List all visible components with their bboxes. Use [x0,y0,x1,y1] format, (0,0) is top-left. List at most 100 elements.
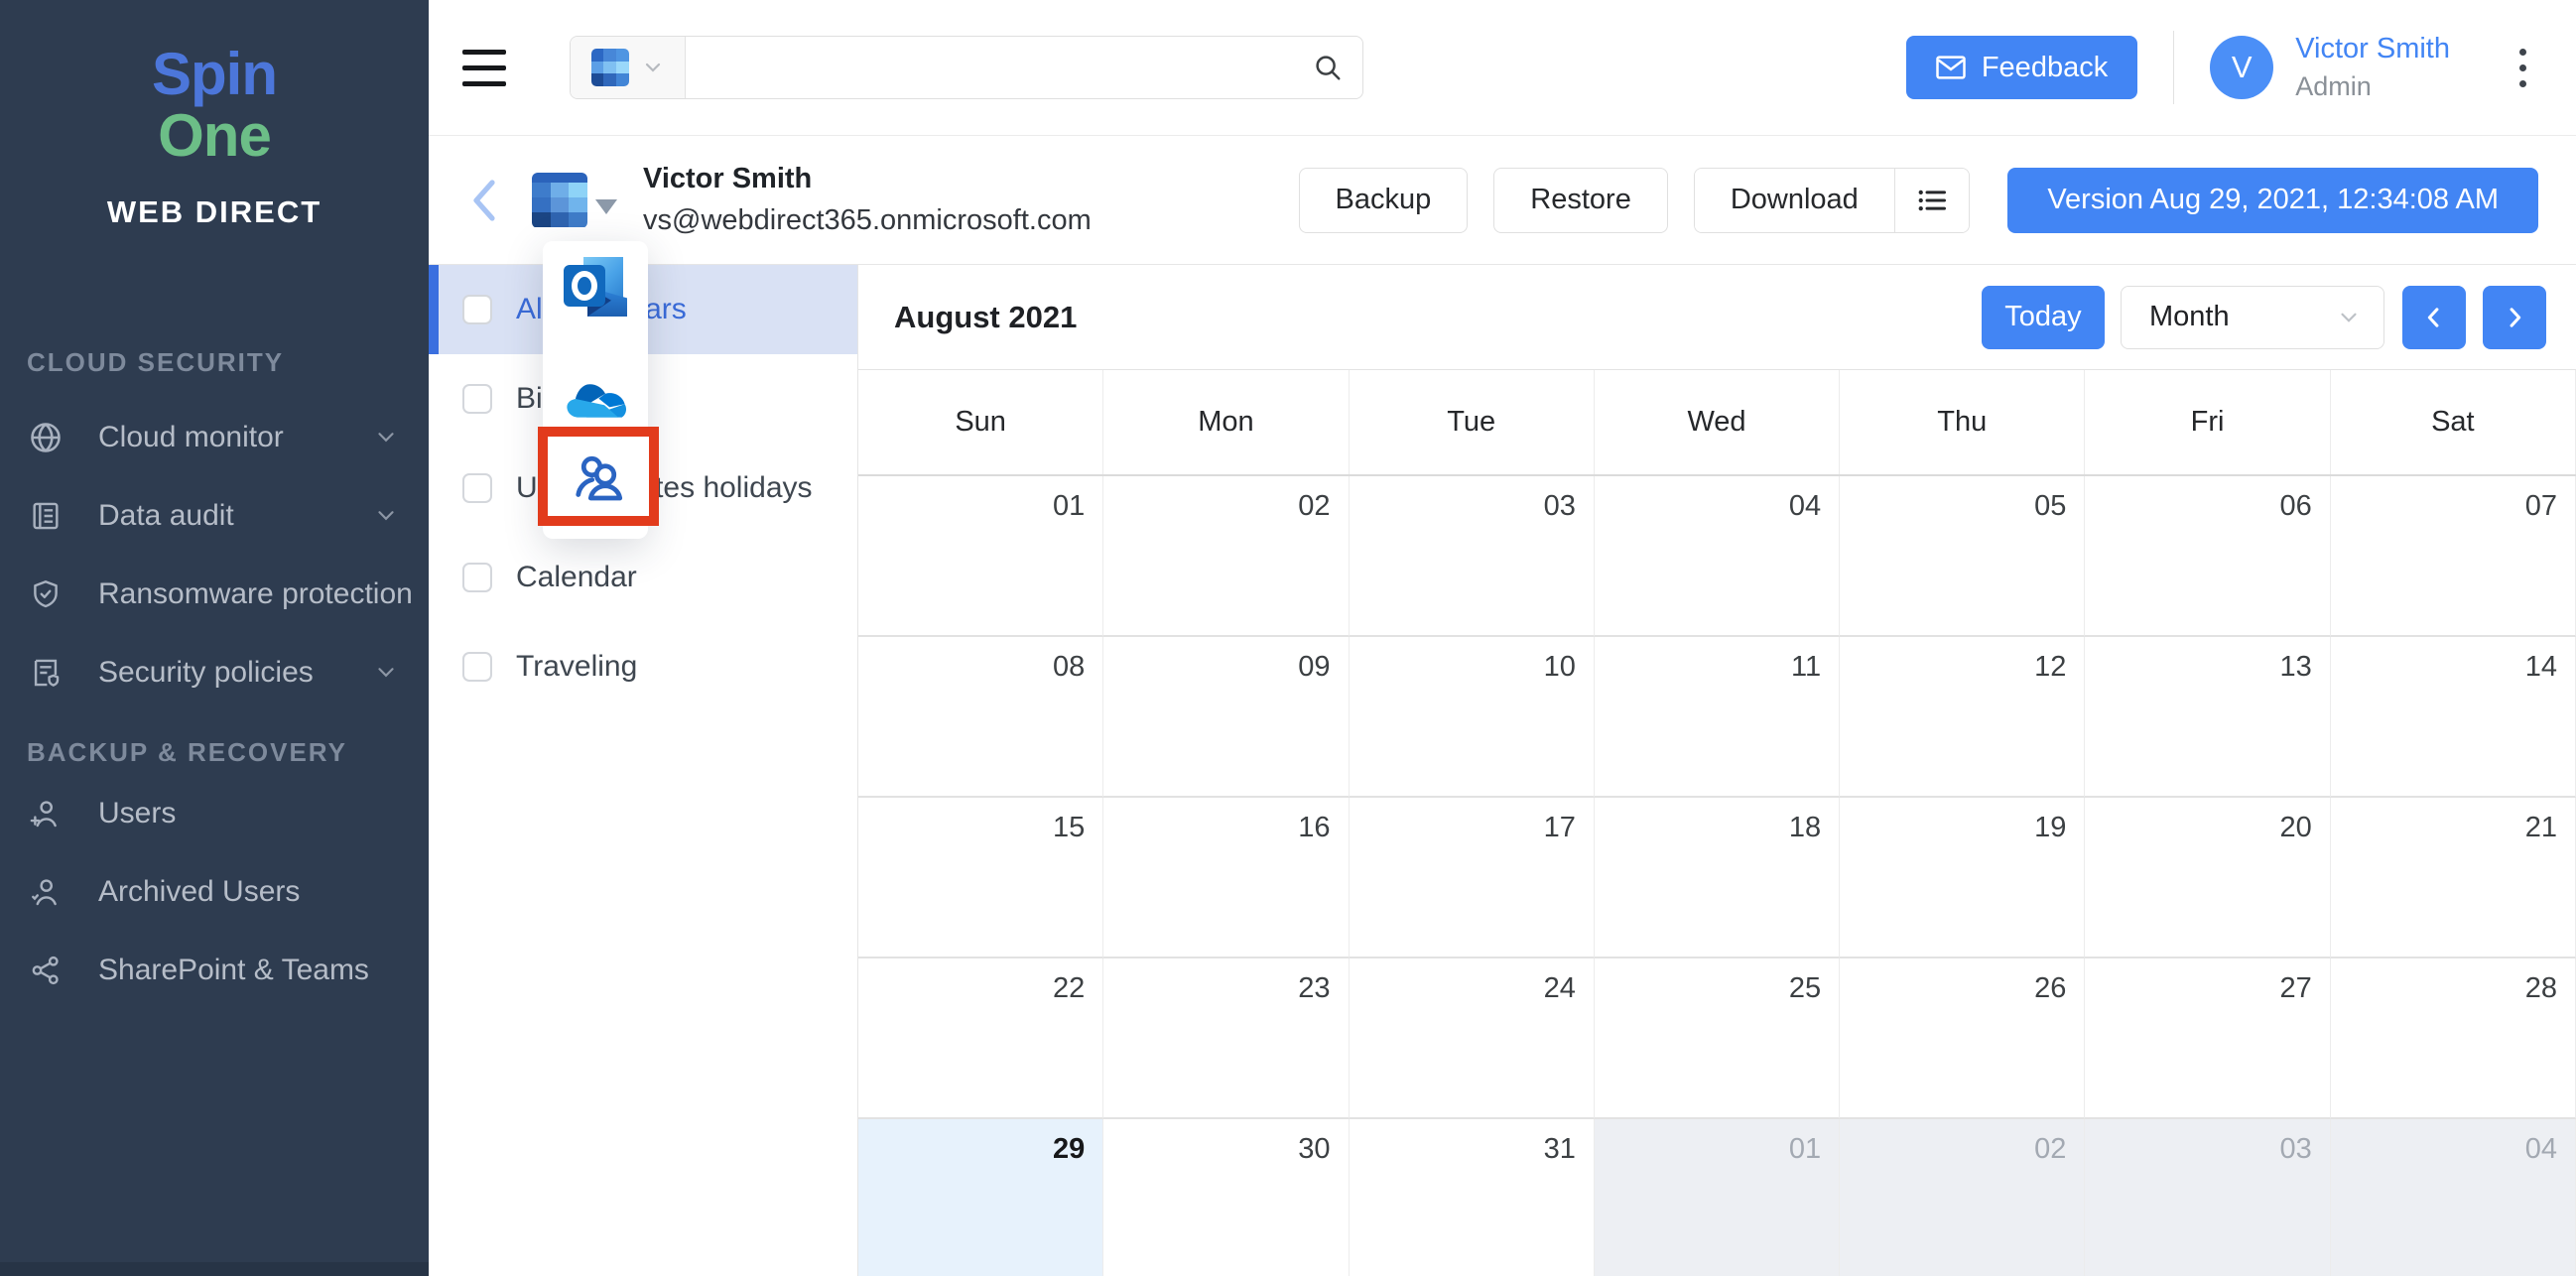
calendar-day-cell[interactable]: 19 [1840,798,2085,958]
subheader-user-email: vs@webdirect365.onmicrosoft.com [643,204,1092,237]
topbar-divider [2173,31,2174,104]
calendar-day-cell[interactable]: 25 [1595,958,1840,1119]
weekday-header-row: SunMonTueWedThuFriSat [858,370,2576,476]
content: All calendarsBirthdaysUnited States holi… [429,265,2576,1276]
list-icon [1917,188,1947,213]
calendar-day-cell[interactable]: 21 [2331,798,2576,958]
sidebar-item-label: Security policies [98,656,373,690]
calendar-day-cell[interactable]: 18 [1595,798,1840,958]
calendar-day-cell[interactable]: 03 [1350,476,1595,637]
annotation-highlight-box [538,427,659,526]
search-input[interactable] [686,37,1362,98]
calendar-day-cell[interactable]: 23 [1103,958,1349,1119]
sidebar-item-label: Ransomware protection [98,577,413,611]
topbar-user-info: Victor Smith Admin [2295,33,2450,102]
calendar-list-item-calendar[interactable]: Calendar [429,533,857,622]
calendar-day-cell[interactable]: 12 [1840,637,2085,798]
calendar-day-cell[interactable]: 14 [2331,637,2576,798]
calendar-day-cell[interactable]: 01 [1595,1119,1840,1276]
envelope-icon [1936,56,1966,79]
search-icon[interactable] [1313,53,1343,82]
today-button[interactable]: Today [1982,286,2105,349]
calendar-day-cell[interactable]: 26 [1840,958,2085,1119]
back-button[interactable] [466,177,502,224]
calendar-day-cell[interactable]: 31 [1350,1119,1595,1276]
kebab-menu-icon[interactable] [2513,43,2532,93]
service-option-outlook[interactable] [543,257,648,319]
calendar-day-cell[interactable]: 15 [858,798,1103,958]
calendar-day-cell[interactable]: 03 [2085,1119,2330,1276]
calendar-day-cell[interactable]: 07 [2331,476,2576,637]
service-tile-icon [532,173,587,228]
sidebar-item-ransomware-protection[interactable]: Ransomware protection [0,555,429,633]
chevron-right-icon [2501,304,2528,331]
main-area: Feedback V Victor Smith Admin [429,0,2576,1276]
download-button[interactable]: Download [1695,169,1894,232]
logo-one: One [0,105,429,167]
restore-button[interactable]: Restore [1493,168,1668,233]
service-selector[interactable] [532,173,617,228]
next-month-button[interactable] [2483,286,2546,349]
app-root: Spin One WEB DIRECT CLOUD SECURITYCloud … [0,0,2576,1276]
calendar-day-cell[interactable]: 10 [1350,637,1595,798]
avatar[interactable]: V [2210,36,2273,99]
version-button[interactable]: Version Aug 29, 2021, 12:34:08 AM [2007,168,2538,233]
calendar-list-item-traveling[interactable]: Traveling [429,622,857,711]
calendar-day-cell[interactable]: 02 [1103,476,1349,637]
calendar-day-cell[interactable]: 02 [1840,1119,2085,1276]
calendar-day-cell[interactable]: 13 [2085,637,2330,798]
calendar-day-cell[interactable]: 01 [858,476,1103,637]
calendar-day-cell[interactable]: 29 [858,1119,1103,1276]
avatar-initial: V [2232,50,2253,85]
calendar-day-cell[interactable]: 08 [858,637,1103,798]
subheader: Victor Smith vs@webdirect365.onmicrosoft… [429,136,2576,265]
sidebar-item-users[interactable]: Users [0,774,429,852]
service-mosaic-icon [591,49,629,86]
download-list-button[interactable] [1895,169,1969,232]
sidebar: Spin One WEB DIRECT CLOUD SECURITYCloud … [0,0,429,1276]
checkbox[interactable] [462,652,492,682]
calendar-day-cell[interactable]: 11 [1595,637,1840,798]
calendar-day-cell[interactable]: 06 [2085,476,2330,637]
checkbox[interactable] [462,384,492,414]
sidebar-bottom-strip [0,1262,429,1276]
calendar-day-cell[interactable]: 04 [2331,1119,2576,1276]
nav-section-title: BACKUP & RECOVERY [0,737,429,774]
view-select-value: Month [2149,301,2336,333]
outlook-icon [564,257,627,319]
checkbox[interactable] [462,473,492,503]
sidebar-item-cloud-monitor[interactable]: Cloud monitor [0,398,429,476]
calendar-grid: 0102030405060708091011121314151617181920… [858,476,2576,1276]
hamburger-menu-icon[interactable] [462,50,506,86]
calendar-day-cell[interactable]: 27 [2085,958,2330,1119]
sidebar-item-data-audit[interactable]: Data audit [0,476,429,555]
calendar-day-cell[interactable]: 20 [2085,798,2330,958]
calendar-day-cell[interactable]: 09 [1103,637,1349,798]
backup-button[interactable]: Backup [1299,168,1469,233]
calendar-day-cell[interactable]: 28 [2331,958,2576,1119]
logo-subtitle: WEB DIRECT [0,194,429,230]
feedback-button[interactable]: Feedback [1906,36,2137,99]
calendar-day-cell[interactable]: 30 [1103,1119,1349,1276]
service-option-people[interactable] [569,447,628,506]
checkbox[interactable] [462,563,492,592]
chevron-down-icon [373,659,401,687]
service-option-onedrive[interactable] [543,380,648,420]
service-filter-dropdown[interactable] [571,37,686,98]
shield-check-icon [27,575,64,613]
weekday-header: Fri [2085,370,2330,474]
view-select[interactable]: Month [2121,286,2384,349]
prev-month-button[interactable] [2402,286,2466,349]
calendar-day-cell[interactable]: 24 [1350,958,1595,1119]
calendar-day-cell[interactable]: 22 [858,958,1103,1119]
calendar-day-cell[interactable]: 17 [1350,798,1595,958]
subheader-user-info: Victor Smith vs@webdirect365.onmicrosoft… [643,163,1092,237]
checkbox[interactable] [462,295,492,324]
sidebar-item-archived-users[interactable]: Archived Users [0,852,429,931]
calendar-day-cell[interactable]: 05 [1840,476,2085,637]
sidebar-item-sharepoint-teams[interactable]: SharePoint & Teams [0,931,429,1009]
sidebar-item-security-policies[interactable]: Security policies [0,633,429,711]
calendar-day-cell[interactable]: 16 [1103,798,1349,958]
calendar-day-cell[interactable]: 04 [1595,476,1840,637]
calendar-list-label: Calendar [516,561,637,594]
